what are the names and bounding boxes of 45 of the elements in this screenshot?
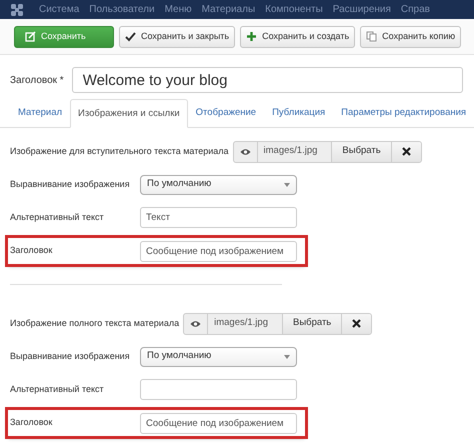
text-field[interactable]: Текст bbox=[140, 207, 297, 228]
text-field[interactable]: Сообщение под изображением bbox=[140, 240, 297, 262]
field-label: Изображение полного текста материала bbox=[10, 316, 180, 330]
field-label: Выравнивание изображения bbox=[10, 178, 131, 191]
dropdown[interactable]: По умолчанию bbox=[140, 346, 297, 366]
tab[interactable]: Отображение bbox=[188, 99, 264, 127]
field-label: Выравнивание изображения bbox=[10, 350, 131, 363]
check-icon bbox=[125, 31, 136, 42]
clear-button[interactable] bbox=[392, 142, 421, 162]
text-field[interactable] bbox=[140, 379, 297, 400]
text-field[interactable]: Сообщение под изображением bbox=[140, 412, 297, 434]
field-label: Заголовок * bbox=[10, 74, 64, 88]
edit-icon bbox=[25, 31, 36, 42]
close-icon bbox=[402, 147, 411, 156]
menu-item[interactable]: Меню bbox=[160, 0, 197, 19]
tab[interactable]: Параметры редактирования bbox=[333, 99, 474, 127]
dropdown[interactable]: По умолчанию bbox=[140, 174, 297, 194]
field-label: Заголовок bbox=[10, 244, 54, 258]
select-button[interactable]: Выбрать bbox=[332, 142, 392, 162]
menu-item[interactable]: Расширения bbox=[328, 0, 396, 19]
menu-item[interactable]: Система bbox=[34, 0, 84, 19]
clear-button[interactable] bbox=[342, 314, 372, 334]
field-label: Заголовок bbox=[10, 416, 54, 430]
eye-icon bbox=[190, 320, 202, 328]
menu-item[interactable]: Компоненты bbox=[260, 0, 328, 19]
copy-icon bbox=[366, 31, 378, 42]
tab[interactable]: Публикация bbox=[264, 99, 334, 127]
save-button[interactable]: Сохранить и создать bbox=[240, 26, 356, 48]
select-button[interactable]: Выбрать bbox=[282, 314, 342, 334]
eye-icon bbox=[240, 148, 251, 156]
plus-icon bbox=[246, 31, 258, 42]
title-field[interactable]: Welcome to your blog bbox=[72, 67, 463, 93]
field-label: Изображение для вступительного текста материала bbox=[10, 144, 229, 158]
tab[interactable]: Материал bbox=[10, 99, 70, 127]
field-label: Альтернативный текст bbox=[10, 210, 105, 224]
menu-item[interactable]: Пользователи bbox=[84, 0, 160, 19]
close-icon bbox=[352, 319, 362, 328]
menu-item[interactable]: Материалы bbox=[196, 0, 260, 19]
save-button[interactable]: Сохранить и закрыть bbox=[119, 26, 236, 48]
tab[interactable]: Изображения и ссылки bbox=[70, 99, 188, 128]
caret-icon bbox=[284, 182, 290, 186]
field-label: Альтернативный текст bbox=[10, 382, 105, 396]
caret-icon bbox=[284, 354, 290, 358]
menu-item[interactable]: Справ bbox=[396, 0, 435, 19]
save-button[interactable]: Сохранить копию bbox=[360, 26, 462, 48]
